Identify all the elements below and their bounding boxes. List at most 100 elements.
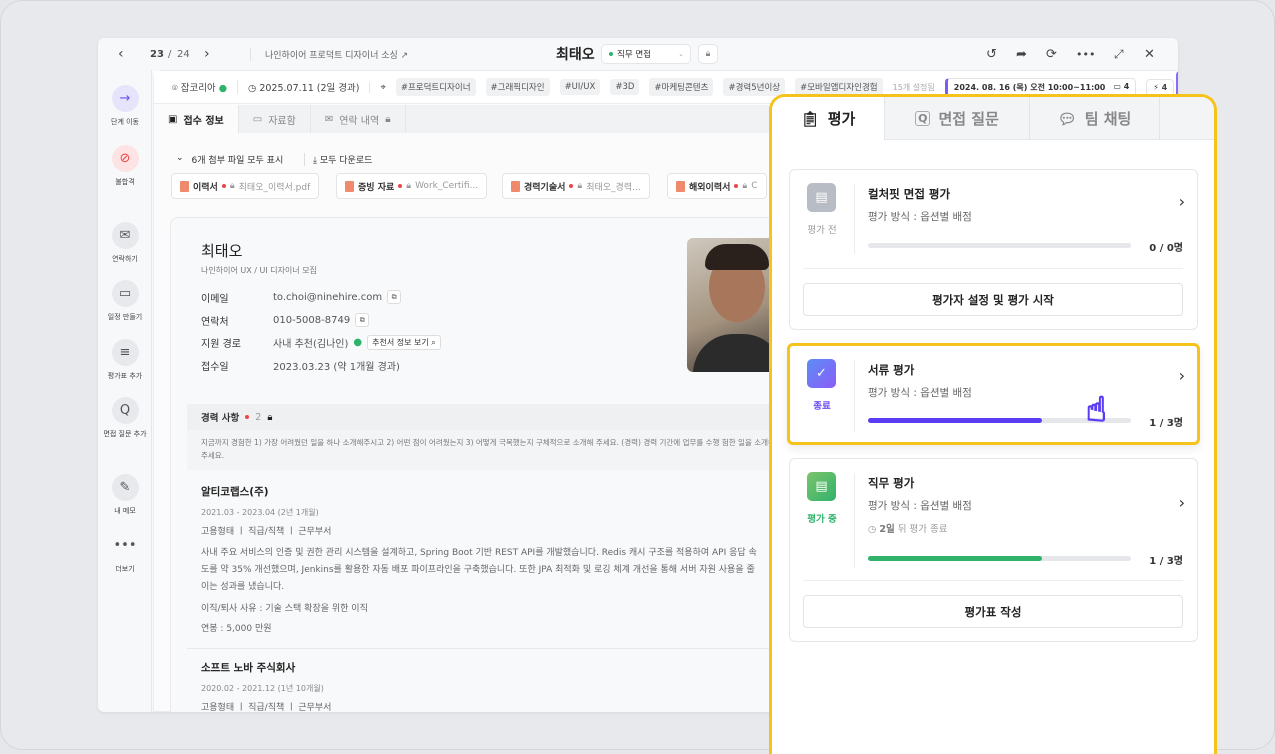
career-description: 사내 주요 서비스의 인증 및 권한 관리 시스템을 설계하고, Spring … [201, 548, 757, 592]
tag[interactable]: #UI/UX [559, 79, 601, 95]
file-chip[interactable]: 경력기술서 🔒︎ 최태오_경력... [502, 173, 650, 199]
evaluation-title[interactable]: 직무 평가 [868, 475, 914, 491]
sidebar-item-move-stage[interactable]: → 단계 이동 [98, 85, 152, 127]
prev-icon[interactable]: ‹ [118, 46, 124, 62]
tab-label: 연락 내역 [339, 115, 380, 127]
chevron-right-icon[interactable]: › [1179, 192, 1185, 211]
divider [187, 648, 791, 649]
career-period: 2021.03 - 2023.04 (2년 1개월) [201, 508, 319, 517]
tab-application-info[interactable]: ▣ 접수 정보 [154, 105, 239, 133]
field-label: 이메일 [201, 294, 229, 305]
phone-text[interactable]: 010-5008-8749 [273, 315, 350, 326]
progress-bar [868, 243, 1131, 248]
evaluation-count: 1 / 3명 [1149, 556, 1183, 567]
career-item: 알티코랩스(주) 2021.03 - 2023.04 (2년 1개월) 고용형태… [201, 484, 791, 634]
sidebar-item-reject[interactable]: ⊘ 불합격 [98, 145, 152, 187]
tag[interactable]: #그래픽디자인 [485, 78, 550, 96]
lock-icon: 🔒︎ [742, 181, 748, 191]
folder-icon: ▭ [252, 113, 263, 125]
mail-icon: ✉ [111, 222, 139, 249]
more-icon[interactable]: ••• [1076, 48, 1095, 61]
share-icon[interactable]: ➦ [1016, 47, 1027, 62]
career-reason: 이직/퇴사 사유 : 기술 스택 확장을 위한 이직 [201, 604, 368, 614]
sidebar-item-add-question[interactable]: Q 면접 질문 추가 [98, 397, 152, 439]
calendar-icon: ▭ [111, 280, 139, 307]
status-label: 종료 [813, 401, 831, 412]
evaluation-method: 평가 방식 : 옵션별 배점 [868, 211, 972, 223]
required-dot [734, 184, 739, 188]
page-sep: / [168, 48, 172, 60]
evaluation-count: 0 / 0명 [1149, 243, 1183, 254]
file-chip[interactable]: 이력서 🔒︎ 최태오_이력서.pdf [171, 173, 320, 199]
email-text[interactable]: to.choi@ninehire.com [273, 292, 382, 303]
applied-value: 2023.03.23 (약 1개월 경과) [273, 362, 400, 373]
sidebar-item-more[interactable]: ••• 더보기 [98, 532, 152, 574]
expand-icon[interactable]: ⤢ [1114, 47, 1124, 62]
files-toggle[interactable]: ⌄ 6개 첨부 파일 모두 표시 [176, 153, 283, 166]
edit-icon: ✎ [111, 474, 139, 501]
deadline-text: 뒤 평가 종료 [897, 524, 948, 535]
file-chip[interactable]: 해외이력서 🔒︎ C [667, 173, 767, 199]
copy-icon[interactable]: ⧉ [355, 313, 370, 327]
source-value: 사내 추천(김나인) ● 추천서 정보 보기 ⌕ [273, 335, 441, 350]
fade-overlay [772, 684, 1214, 754]
career-meta: 고용형태 ㅣ 직급/직책 ㅣ 근무부서 [201, 703, 332, 712]
tab-evaluation[interactable]: 📋︎ 평가 [772, 97, 885, 140]
chat-icon: 💬︎ [1057, 109, 1077, 128]
write-evaluation-button[interactable]: 평가표 작성 [803, 595, 1183, 628]
chevron-right-icon[interactable]: › [1179, 366, 1185, 385]
phone-value: 010-5008-8749 ⧉ [273, 313, 370, 327]
deadline-days: 2일 [879, 524, 895, 535]
start-evaluation-button[interactable]: 평가자 설정 및 평가 시작 [803, 283, 1183, 316]
sidebar-label: 내 메모 [114, 507, 136, 515]
flash-chip[interactable]: ⚡︎ 4 [1146, 78, 1175, 96]
sidebar-item-add-evaluation[interactable]: ≡ 평가표 추가 [98, 339, 152, 381]
referral-button[interactable]: 추천서 정보 보기 ⌕ [367, 335, 441, 350]
history-icon[interactable]: ↺ [986, 47, 997, 62]
tag[interactable]: #3D [610, 79, 640, 95]
required-dot [221, 184, 226, 188]
candidate-name: 최태오 [556, 47, 595, 63]
tag-count[interactable]: 15개 설정됨 [893, 82, 935, 93]
evaluation-title[interactable]: 컬처핏 면접 평가 [868, 186, 950, 202]
job-link[interactable]: 나인하이어 프로덕트 디자이너 소싱 ↗ [250, 47, 408, 61]
job-link-label: 나인하이어 프로덕트 디자이너 소싱 [265, 50, 398, 61]
tab-interview-questions[interactable]: Q 면접 질문 [885, 97, 1030, 140]
tab-contact-history[interactable]: ✉ 연락 내역 🔒︎ [311, 105, 406, 133]
copy-icon[interactable]: ⧉ [387, 290, 402, 304]
verified-icon: ● [218, 83, 228, 94]
tag[interactable]: #프로덕트디자이너 [395, 78, 476, 96]
sidebar-item-contact[interactable]: ✉ 연락하기 [98, 222, 152, 264]
lock-icon: 🔒︎ [229, 181, 235, 191]
stage-label: 직무 면접 [617, 50, 651, 60]
panel-tabs: 📋︎ 평가 Q 면접 질문 💬︎ 팀 채팅 [772, 97, 1214, 140]
evaluation-card-document[interactable]: ✓ 종료 서류 평가 평가 방식 : 옵션별 배점 › 1 / 3명 ☝ [787, 343, 1200, 445]
sidebar-label: 연락하기 [112, 255, 138, 263]
sidebar-item-schedule[interactable]: ▭ 일정 만들기 [98, 280, 152, 322]
tab-documents[interactable]: ▭ 자료함 [239, 105, 311, 133]
tag[interactable]: #경력5년이상 [723, 78, 786, 96]
lock-icon: 🔒︎ [406, 181, 412, 191]
evaluation-title[interactable]: 서류 평가 [868, 362, 914, 378]
file-type: 이력서 [193, 182, 218, 193]
tag[interactable]: #마케팅콘텐츠 [649, 78, 714, 96]
career-meta: 고용형태 ㅣ 직급/직책 ㅣ 근무부서 [201, 527, 332, 537]
file-name: 최태오_경력... [586, 182, 641, 193]
divider [803, 268, 1183, 269]
refresh-icon[interactable]: ⟳ [1046, 47, 1057, 62]
sidebar-item-memo[interactable]: ✎ 내 메모 [98, 474, 152, 516]
lock-button[interactable]: 🔒︎ [698, 44, 718, 64]
chevron-right-icon[interactable]: › [1179, 493, 1185, 512]
calendar-icon: ▭ 4 [1113, 81, 1130, 91]
tab-team-chat[interactable]: 💬︎ 팀 채팅 [1030, 97, 1160, 140]
sidebar-label: 평가표 추가 [107, 372, 143, 380]
stage-dot [609, 52, 613, 56]
profile-position: 나인하이어 UX / UI 디자이너 모집 [201, 266, 317, 275]
stage-select[interactable]: 직무 면접 ⌄ [601, 44, 691, 64]
applied-date-label: 2025.07.11 (2일 경과) [259, 83, 360, 94]
download-all-button[interactable]: ⤓ 모두 다운로드 [304, 153, 372, 166]
file-name: 최태오_이력서.pdf [238, 182, 311, 193]
file-chip[interactable]: 증빙 자료 🔒︎ Work_Certifi... [336, 173, 488, 199]
close-icon[interactable]: ✕ [1144, 47, 1155, 62]
next-icon[interactable]: › [204, 46, 210, 62]
